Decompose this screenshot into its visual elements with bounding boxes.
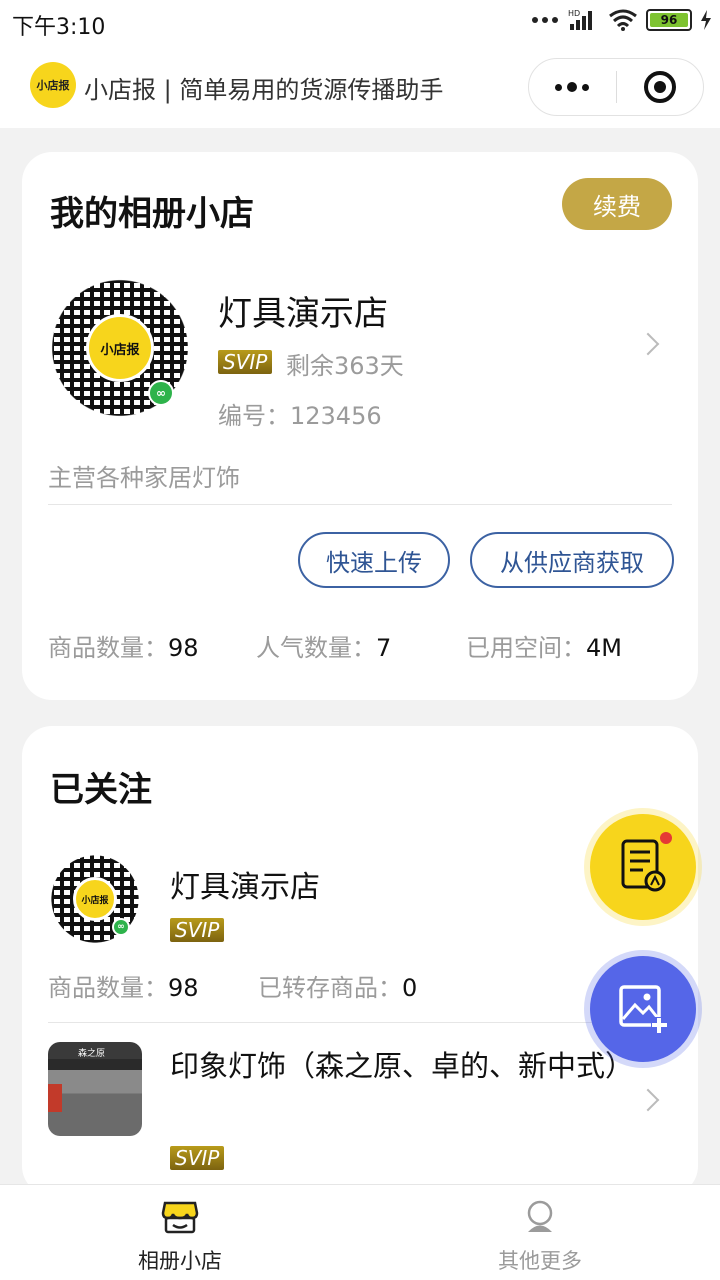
chevron-right-icon	[636, 332, 660, 356]
status-time: 下午3:10	[12, 15, 106, 40]
my-shop-title: 我的相册小店	[50, 194, 254, 234]
mini-program-icon: ∞	[148, 380, 174, 406]
stat-product-count: 商品数量：98	[48, 968, 199, 1003]
more-dots-icon	[555, 82, 590, 92]
shop-id-value: 123456	[290, 402, 382, 430]
network-type: HD	[568, 9, 580, 18]
card-divider	[48, 504, 672, 505]
stat-value: 98	[168, 974, 199, 1002]
shop-name: 灯具演示店	[218, 294, 388, 334]
stat-label: 人气数量：	[256, 634, 376, 662]
followed-shop-name: 印象灯饰（森之原、卓的、新中式）	[170, 1049, 635, 1083]
followed-shop-name: 灯具演示店	[170, 870, 320, 905]
wifi-icon	[609, 9, 637, 31]
stat-value: 98	[168, 634, 199, 662]
qr-center-logo: 小店报	[73, 877, 117, 921]
tab-album-shop[interactable]: 相册小店	[0, 1185, 360, 1280]
notification-dot	[660, 832, 672, 844]
battery-icon: 96	[646, 9, 692, 31]
shop-id-label: 编号：	[218, 402, 290, 430]
stat-label: 已转存商品：	[258, 974, 402, 1002]
shop-description: 主营各种家居灯饰	[48, 464, 240, 492]
remaining-days: 剩余363天	[286, 352, 404, 380]
signal-icon: HD	[568, 9, 592, 30]
svip-badge: SVIP	[170, 1146, 225, 1170]
shop-icon	[161, 1201, 199, 1234]
bottom-tabbar: 相册小店 其他更多	[0, 1184, 720, 1280]
stat-value: 4M	[586, 634, 622, 662]
mini-program-icon: ∞	[112, 918, 130, 936]
charging-icon	[701, 10, 711, 30]
renew-button[interactable]: 续费	[562, 178, 672, 230]
tab-label: 相册小店	[138, 1249, 222, 1273]
close-mini-program-button[interactable]	[617, 59, 704, 115]
shop-id: 编号：123456	[218, 396, 382, 431]
stat-label: 商品数量：	[48, 634, 168, 662]
target-icon	[643, 71, 676, 103]
stat-popularity: 人气数量：7	[256, 628, 391, 663]
my-shop-card: 我的相册小店 续费 小店报 ∞ 灯具演示店 SVIP 剩余363天 编号：123…	[22, 152, 698, 700]
chevron-right-icon	[636, 1088, 660, 1112]
item-divider	[48, 1022, 672, 1023]
followed-card: 已关注 小店报 ∞ 灯具演示店 SVIP 商品数量：98 已转存商品：0 森之原…	[22, 726, 698, 1196]
stat-value: 0	[402, 974, 418, 1002]
stat-label: 已用空间：	[466, 634, 586, 662]
shop-thumbnail: 森之原	[48, 1042, 142, 1136]
from-supplier-button[interactable]: 从供应商获取	[470, 532, 674, 588]
thumbnail-sign: 森之原	[78, 1049, 106, 1059]
add-image-fab-button[interactable]	[590, 956, 696, 1062]
tab-label: 其他更多	[498, 1249, 582, 1273]
svip-badge: SVIP	[218, 350, 273, 374]
stat-value: 7	[376, 634, 392, 662]
stat-product-count: 商品数量：98	[48, 628, 199, 663]
profile-icon	[527, 1200, 553, 1232]
followed-title: 已关注	[50, 770, 152, 810]
svip-badge: SVIP	[170, 918, 225, 942]
my-shop-info-row[interactable]: 小店报 ∞ 灯具演示店 SVIP 剩余363天 编号：123456	[22, 272, 698, 432]
stat-saved-products: 已转存商品：0	[258, 968, 417, 1003]
status-icons: HD 96	[532, 8, 712, 32]
stat-used-space: 已用空间：4M	[466, 628, 622, 663]
notification-dots-icon	[532, 17, 558, 23]
add-image-icon	[619, 985, 667, 1033]
qr-center-logo: 小店报	[86, 314, 154, 382]
battery-level: 96	[650, 13, 688, 27]
capsule-menu	[528, 58, 704, 116]
nav-title: 小店报 | 简单易用的货源传播助手	[84, 76, 444, 104]
quick-upload-button[interactable]: 快速上传	[298, 532, 450, 588]
tab-more[interactable]: 其他更多	[360, 1185, 720, 1280]
mini-program-navbar: 小店报 小店报 | 简单易用的货源传播助手	[0, 44, 720, 128]
app-logo: 小店报	[30, 62, 76, 108]
document-fab-button[interactable]	[590, 814, 696, 920]
stat-label: 商品数量：	[48, 974, 168, 1002]
document-icon	[621, 839, 666, 892]
thumbnail-decor	[48, 1084, 62, 1112]
more-menu-button[interactable]	[529, 59, 616, 115]
status-bar: 下午3:10 HD 96	[0, 0, 720, 44]
